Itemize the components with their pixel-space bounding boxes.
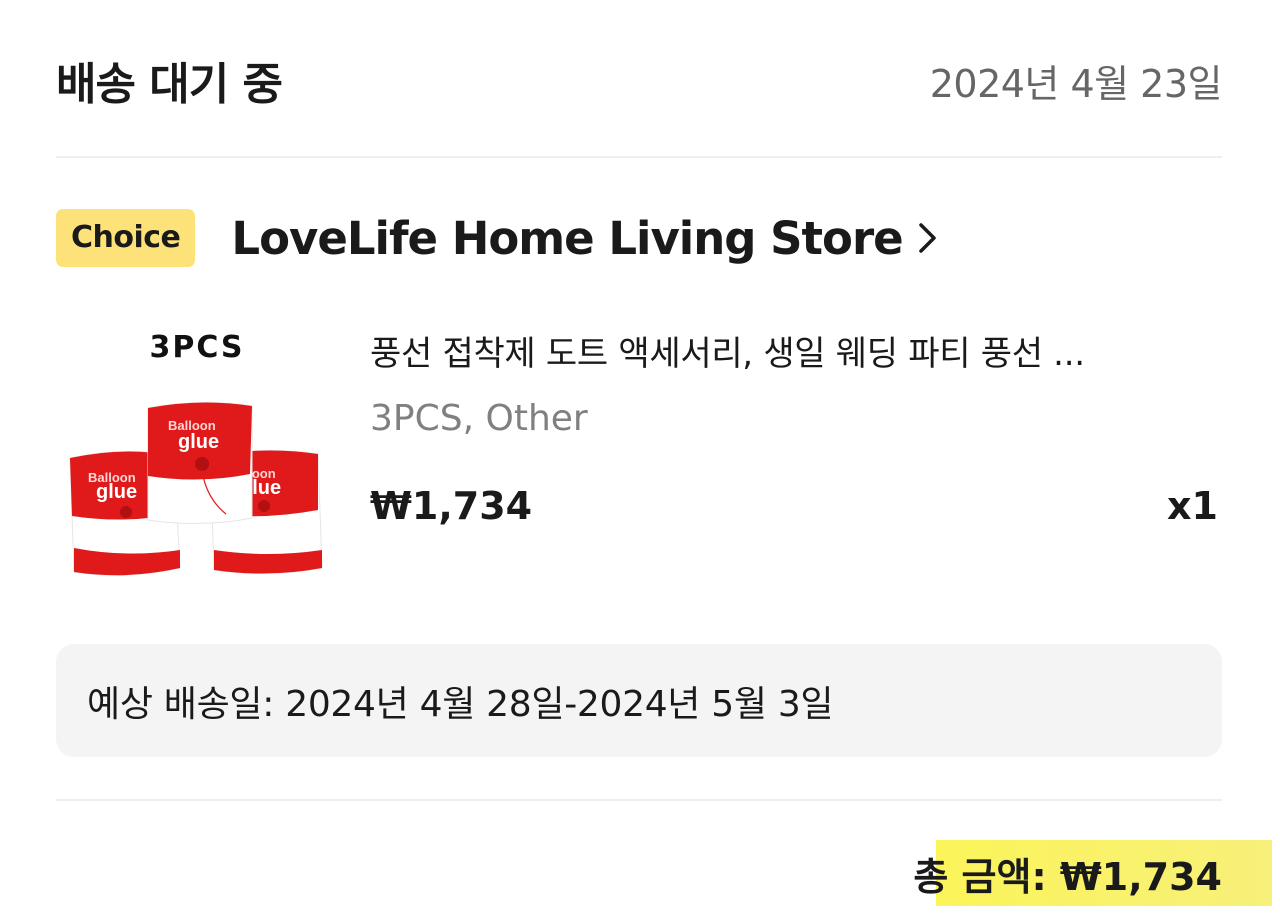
choice-badge: Choice bbox=[56, 209, 196, 267]
order-header: 배송 대기 중 2024년 4월 23일 bbox=[56, 40, 1223, 120]
total-amount: 총 금액: ₩1,734 bbox=[913, 854, 1222, 899]
glue-packet-center: Balloon glue bbox=[147, 401, 253, 525]
product-quantity: x1 bbox=[1167, 484, 1218, 528]
product-variant: 3PCS, Other bbox=[370, 398, 588, 439]
divider bbox=[56, 156, 1222, 158]
estimated-delivery-box: 예상 배송일: 2024년 4월 28일-2024년 5월 3일 bbox=[56, 644, 1222, 757]
store-name-link[interactable]: LoveLife Home Living Store bbox=[231, 212, 903, 265]
order-status-title: 배송 대기 중 bbox=[56, 59, 283, 110]
product-image[interactable]: 3PCS Balloon glue Balloon glue Balloon g… bbox=[56, 318, 338, 588]
svg-text:glue: glue bbox=[178, 431, 219, 453]
store-row[interactable]: Choice LoveLife Home Living Store bbox=[56, 208, 939, 268]
svg-text:glue: glue bbox=[96, 481, 137, 503]
chevron-right-icon[interactable] bbox=[917, 221, 939, 255]
balloon-glue-packets-image: Balloon glue Balloon glue Balloon glue bbox=[69, 401, 323, 576]
order-date: 2024년 4월 23일 bbox=[929, 61, 1223, 106]
product-title-link[interactable]: 풍선 접착제 도트 액세서리, 생일 웨딩 파티 풍선 ... bbox=[370, 326, 1190, 375]
total-amount-highlight: 총 금액: ₩1,734 bbox=[913, 840, 1272, 906]
product-price: ₩1,734 bbox=[370, 484, 533, 528]
estimated-delivery-text: 예상 배송일: 2024년 4월 28일-2024년 5월 3일 bbox=[87, 683, 834, 725]
divider bbox=[56, 799, 1222, 801]
